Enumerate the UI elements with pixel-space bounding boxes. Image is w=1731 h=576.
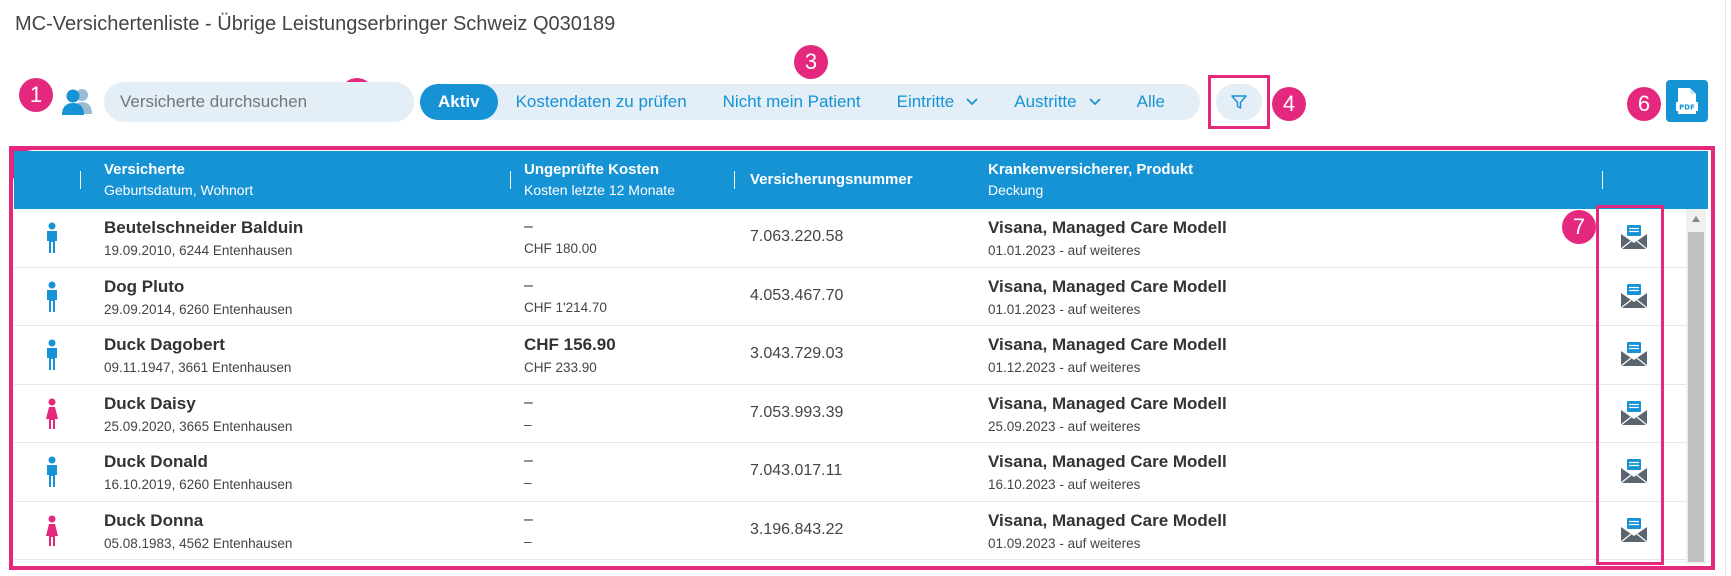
tab-kostendaten[interactable]: Kostendaten zu prüfen (498, 84, 705, 120)
tab-label: Kostendaten zu prüfen (515, 92, 687, 111)
status-tabs: Aktiv Kostendaten zu prüfen Nicht mein P… (420, 84, 1200, 120)
table-highlight-frame (9, 146, 1715, 570)
pdf-icon: PDF (1676, 88, 1698, 114)
search-input[interactable] (104, 82, 414, 122)
pdf-export-button[interactable]: PDF (1666, 80, 1708, 122)
svg-text:PDF: PDF (1679, 104, 1695, 112)
window-edge (1725, 0, 1731, 576)
annotation-badge-1: 1 (19, 78, 53, 112)
tab-label: Austritte (1014, 92, 1077, 111)
chevron-down-icon (966, 98, 978, 106)
tab-label: Eintritte (896, 92, 955, 111)
tab-aktiv[interactable]: Aktiv (420, 84, 498, 120)
tab-austritte[interactable]: Austritte (996, 84, 1118, 120)
annotation-badge-4: 4 (1272, 87, 1306, 121)
filter-button[interactable] (1216, 84, 1262, 120)
annotation-badge-6: 6 (1627, 87, 1661, 121)
users-icon[interactable] (60, 86, 94, 116)
tab-label: Nicht mein Patient (722, 92, 861, 111)
tab-nicht-mein-patient[interactable]: Nicht mein Patient (705, 84, 879, 120)
filter-icon (1231, 95, 1247, 109)
tab-alle[interactable]: Alle (1119, 84, 1183, 120)
tab-eintritte[interactable]: Eintritte (879, 84, 997, 120)
annotation-badge-3: 3 (794, 45, 828, 79)
tab-label: Alle (1136, 92, 1165, 111)
chevron-down-icon (1088, 98, 1101, 106)
tab-label: Aktiv (438, 92, 480, 111)
page-title: MC-Versichertenliste - Übrige Leistungse… (15, 13, 616, 35)
